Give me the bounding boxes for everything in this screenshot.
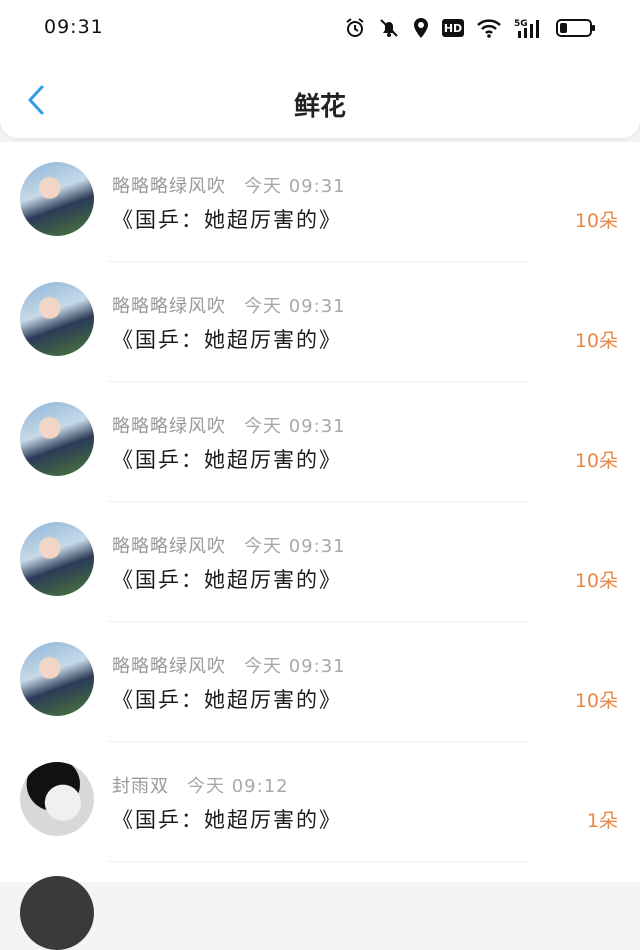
sender-name: 略略略绿风吹 [112,656,226,677]
list-item[interactable]: 略略略绿风吹 今天 09:31 《国乒：她超厉害的》 10朵 [0,382,640,502]
sender-line: 略略略绿风吹 今天 09:31 [112,172,346,198]
list-item[interactable]: 略略略绿风吹 今天 09:31 《国乒：她超厉害的》 10朵 [0,262,640,382]
svg-text:HD: HD [444,22,462,35]
signal-5g-icon: 5G [514,17,544,39]
hd-icon: HD [442,19,464,37]
flower-count: 10朵 [574,570,618,592]
avatar[interactable] [20,402,94,476]
page-title: 鲜花 [293,92,346,122]
avatar[interactable] [20,642,94,716]
status-bar: 09:31 HD 5G [0,0,640,56]
flower-count: 10朵 [574,330,618,352]
flower-count: 10朵 [574,450,618,472]
timestamp: 今天 09:31 [244,416,346,437]
sender-name: 略略略绿风吹 [112,176,226,197]
gift-message: 《国乒：她超厉害的》 [112,568,342,592]
sender-line: 略略略绿风吹 今天 09:31 [112,412,346,438]
gift-message: 《国乒：她超厉害的》 [112,328,342,352]
sender-line: 封雨双 今天 09:12 [112,772,289,798]
status-time: 09:31 [44,16,104,38]
timestamp: 今天 09:12 [187,776,289,797]
timestamp: 今天 09:31 [244,296,346,317]
battery-icon [556,18,596,38]
list-item[interactable]: 略略略绿风吹 今天 09:31 《国乒：她超厉害的》 10朵 [0,142,640,262]
location-icon [412,17,430,39]
list-item[interactable]: 封雨双 今天 09:12 《国乒：她超厉害的》 1朵 [0,742,640,862]
sender-line: 略略略绿风吹 今天 09:31 [112,532,346,558]
sender-line: 略略略绿风吹 今天 09:31 [112,652,346,678]
mute-bell-icon [378,17,400,39]
flower-count: 1朵 [586,810,618,832]
list-item[interactable]: 略略略绿风吹 今天 09:31 《国乒：她超厉害的》 10朵 [0,502,640,622]
avatar[interactable] [20,162,94,236]
avatar[interactable] [20,282,94,356]
gift-message: 《国乒：她超厉害的》 [112,448,342,472]
gift-message: 《国乒：她超厉害的》 [112,208,342,232]
avatar[interactable] [20,522,94,596]
timestamp: 今天 09:31 [244,176,346,197]
gift-list[interactable]: 略略略绿风吹 今天 09:31 《国乒：她超厉害的》 10朵 略略略绿风吹 今天 0… [0,142,640,882]
sender-name: 略略略绿风吹 [112,536,226,557]
timestamp: 今天 09:31 [244,536,346,557]
alarm-icon [344,17,366,39]
gift-message: 《国乒：她超厉害的》 [112,808,342,832]
nav-header: 鲜花 [0,56,640,138]
timestamp: 今天 09:31 [244,656,346,677]
wifi-icon [476,17,502,39]
avatar[interactable] [20,762,94,836]
divider [108,861,528,862]
flower-count: 10朵 [574,210,618,232]
gift-message: 《国乒：她超厉害的》 [112,688,342,712]
sender-name: 略略略绿风吹 [112,296,226,317]
flower-count: 10朵 [574,690,618,712]
sender-line: 略略略绿风吹 今天 09:31 [112,292,346,318]
status-icons: HD 5G [344,14,596,42]
sender-name: 略略略绿风吹 [112,416,226,437]
avatar[interactable] [20,876,94,950]
svg-text:5G: 5G [514,19,528,29]
list-item[interactable]: 略略略绿风吹 今天 09:31 《国乒：她超厉害的》 10朵 [0,622,640,742]
sender-name: 封雨双 [112,776,169,797]
